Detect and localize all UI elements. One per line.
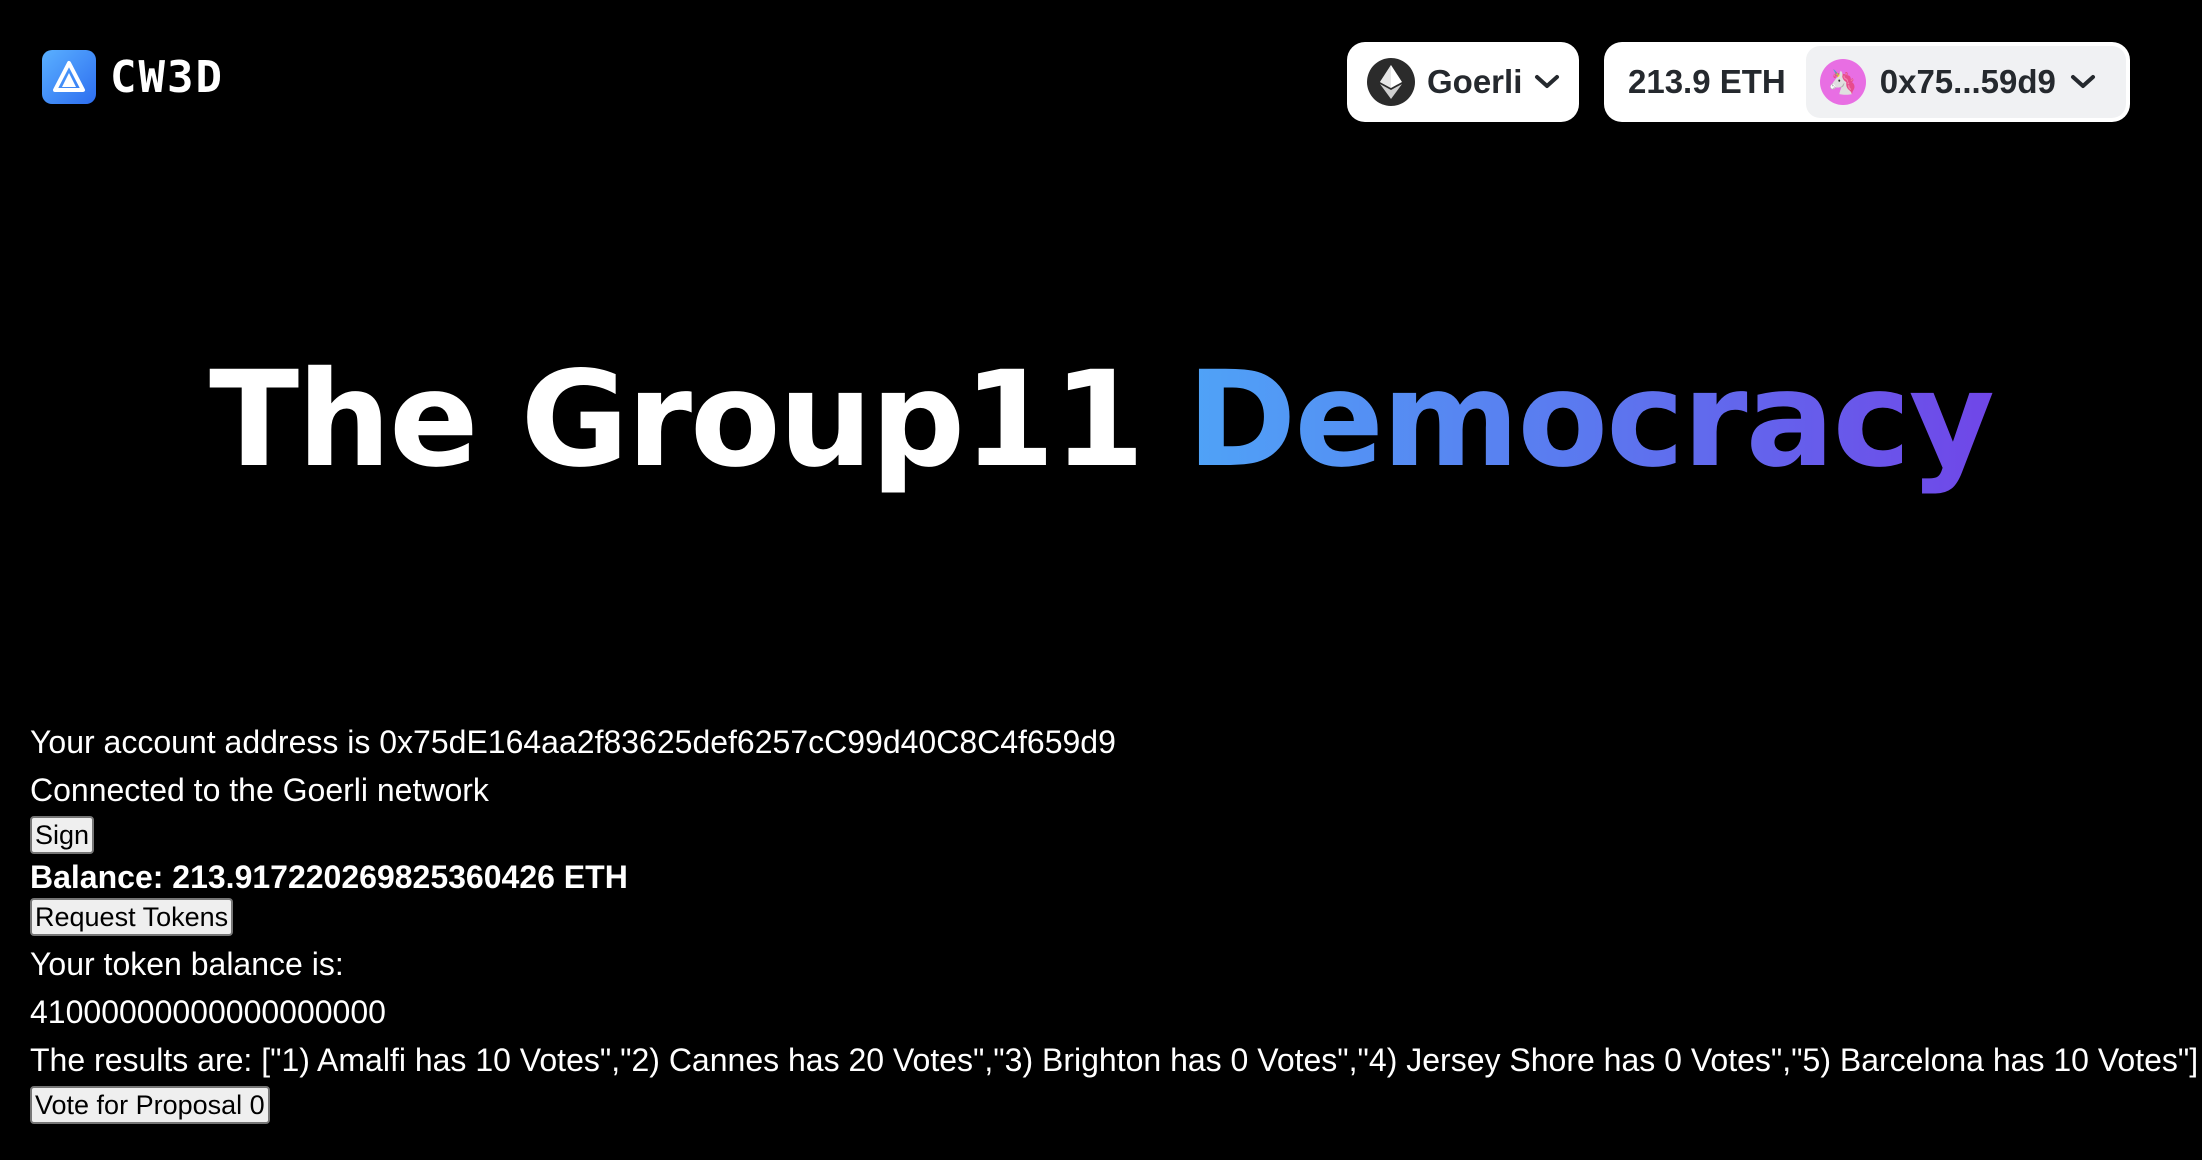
main-content: Your account address is 0x75dE164aa2f836… [30, 718, 2199, 1128]
voting-results-text: The results are: ["1) Amalfi has 10 Vote… [30, 1042, 2199, 1078]
vote-proposal-button[interactable]: Vote for Proposal 0 [30, 1086, 270, 1124]
balance-text: Balance: 213.917220269825360426 ETH [30, 859, 628, 895]
network-label: Goerli [1427, 63, 1523, 100]
unicorn-icon: 🦄 [1819, 59, 1866, 105]
network-selector-button[interactable]: Goerli [1347, 42, 1579, 122]
logo-mark-icon [42, 50, 96, 104]
sign-button[interactable]: Sign [30, 816, 95, 854]
logo-text: CW3D [110, 51, 224, 103]
wallet-address-button[interactable]: 🦄 0x75...59d9 [1805, 46, 2126, 118]
chevron-down-icon [2070, 74, 2096, 90]
hero-title-gradient: Democracy [1186, 343, 1995, 497]
wallet-balance: 213.9 ETH [1608, 46, 1806, 118]
wallet-balance-label: 213.9 ETH [1628, 63, 1786, 100]
network-status-text: Connected to the Goerli network [30, 772, 489, 808]
hero-title-white: The Group11 [209, 343, 1145, 497]
chevron-down-icon [1534, 74, 1560, 90]
app-logo: CW3D [42, 50, 224, 104]
request-tokens-button[interactable]: Request Tokens [30, 898, 234, 936]
ethereum-icon [1367, 58, 1415, 106]
hero-title: The Group11 Democracy [0, 340, 2202, 500]
token-balance-value: 41000000000000000000 [30, 994, 386, 1030]
wallet-address-label: 0x75...59d9 [1879, 63, 2056, 100]
token-balance-label: Your token balance is: [30, 946, 344, 982]
account-button[interactable]: 213.9 ETH 🦄 0x75...59d9 [1604, 42, 2130, 122]
account-address-text: Your account address is 0x75dE164aa2f836… [30, 724, 1116, 760]
